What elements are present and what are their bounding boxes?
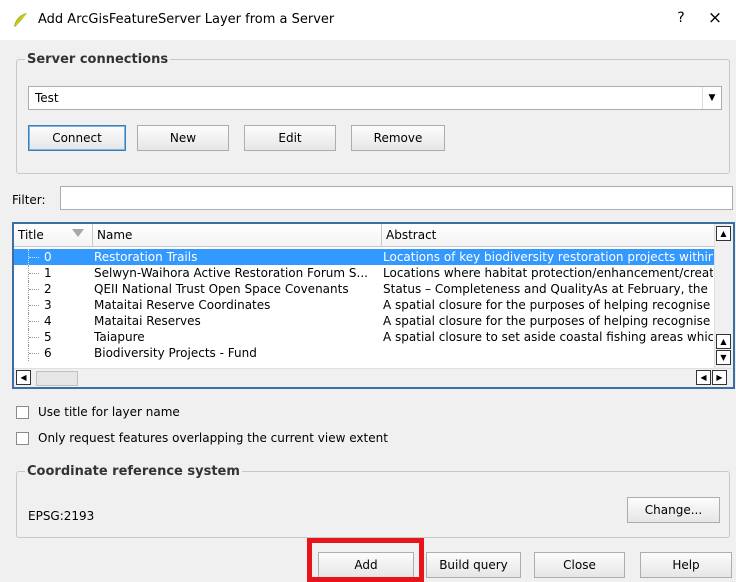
crs-legend: Coordinate reference system (27, 464, 240, 479)
row-abstract: A spatial closure for the purposes of he… (383, 314, 711, 328)
server-connections-legend: Server connections (27, 52, 169, 67)
crs-group: Coordinate reference system (16, 464, 730, 538)
row-name: Mataitai Reserves (94, 314, 201, 328)
row-name: Restoration Trails (94, 250, 198, 264)
row-abstract (383, 345, 713, 361)
use-title-checkbox[interactable] (16, 406, 29, 419)
filter-input[interactable] (60, 186, 733, 210)
build-query-button[interactable]: Build query (426, 552, 521, 578)
close-button[interactable]: Close (534, 552, 625, 578)
highlight-annotation (307, 538, 424, 582)
scroll-up-icon[interactable]: ▲ (716, 226, 731, 241)
title-bar: Add ArcGisFeatureServer Layer from a Ser… (0, 0, 736, 40)
connect-button[interactable]: Connect (28, 125, 126, 151)
row-title: 2 (44, 282, 52, 296)
crs-value: EPSG:2193 (28, 509, 95, 523)
sort-indicator-icon (72, 229, 84, 237)
row-title: 4 (44, 314, 52, 328)
scroll-left-icon[interactable]: ◀ (696, 370, 711, 385)
table-row[interactable]: 3 Mataitai Reserve Coordinates A spatial… (14, 297, 715, 313)
scroll-thumb[interactable] (36, 371, 78, 386)
row-abstract: Locations of key biodiversity restoratio… (383, 250, 713, 264)
table-row[interactable]: 2 QEII National Trust Open Space Covenan… (14, 281, 715, 297)
scroll-right-icon[interactable]: ▶ (712, 370, 727, 385)
row-title: 5 (44, 330, 52, 344)
scroll-up-icon[interactable]: ▲ (716, 334, 731, 349)
row-name: QEII National Trust Open Space Covenants (94, 282, 349, 296)
row-title: 1 (44, 266, 52, 280)
column-header-abstract[interactable]: Abstract (382, 224, 715, 246)
table-row[interactable]: 1 Selwyn-Waihora Active Restoration Foru… (14, 265, 715, 281)
horizontal-scrollbar[interactable]: ◀ ◀ ▶ (14, 368, 733, 387)
remove-button[interactable]: Remove (351, 125, 445, 151)
use-title-label: Use title for layer name (38, 405, 180, 419)
table-row[interactable]: 6 Biodiversity Projects - Fund (14, 345, 715, 361)
row-name: Mataitai Reserve Coordinates (94, 298, 271, 312)
tree-branch (28, 329, 41, 345)
table-header: Title Name Abstract (14, 224, 715, 247)
row-name: Selwyn-Waihora Active Restoration Forum … (94, 266, 368, 280)
filter-label: Filter: (12, 193, 46, 207)
only-request-checkbox[interactable] (16, 432, 29, 445)
only-request-label: Only request features overlapping the cu… (38, 431, 388, 445)
row-title: 0 (44, 250, 52, 264)
row-name: Taiapure (94, 330, 145, 344)
window-title: Add ArcGisFeatureServer Layer from a Ser… (38, 12, 335, 27)
row-title: 6 (44, 346, 52, 360)
row-title: 3 (44, 298, 52, 312)
qgis-logo-icon (14, 13, 27, 27)
new-button[interactable]: New (137, 125, 229, 151)
help-icon[interactable]: ? (673, 10, 689, 26)
tree-branch (28, 265, 41, 281)
chevron-down-icon[interactable]: ▼ (702, 87, 721, 109)
row-name: Biodiversity Projects - Fund (94, 346, 257, 360)
close-window-icon[interactable]: × (706, 8, 724, 28)
edit-button[interactable]: Edit (244, 125, 336, 151)
server-connection-select[interactable]: Test ▼ (28, 86, 722, 110)
tree-branch (28, 281, 41, 297)
table-row[interactable]: 4 Mataitai Reserves A spatial closure fo… (14, 313, 715, 329)
tree-branch (28, 345, 41, 361)
layer-table[interactable]: Title Name Abstract 0 Restoration Trails… (12, 222, 735, 389)
row-abstract: A spatial closure to set aside coastal f… (383, 330, 713, 344)
row-abstract: A spatial closure for the purposes of he… (383, 298, 711, 312)
vertical-scrollbar[interactable]: ▲ ▲ ▼ (714, 224, 733, 369)
column-header-title[interactable]: Title (14, 224, 93, 246)
selected-connection: Test (35, 91, 59, 105)
tree-branch (28, 313, 41, 329)
scroll-left-icon[interactable]: ◀ (16, 370, 31, 385)
column-header-name[interactable]: Name (93, 224, 382, 246)
server-connections-group: Server connections (16, 52, 730, 174)
row-abstract: Status – Completeness and QualityAs at F… (383, 282, 708, 296)
change-crs-button[interactable]: Change... (627, 497, 720, 523)
scroll-down-icon[interactable]: ▼ (716, 350, 731, 365)
table-row[interactable]: 5 Taiapure A spatial closure to set asid… (14, 329, 715, 345)
tree-branch (28, 297, 41, 313)
table-row[interactable]: 0 Restoration Trails Locations of key bi… (14, 249, 715, 265)
tree-branch (28, 249, 41, 265)
row-abstract: Locations where habitat protection/enhan… (383, 266, 713, 280)
help-button[interactable]: Help (640, 552, 732, 578)
